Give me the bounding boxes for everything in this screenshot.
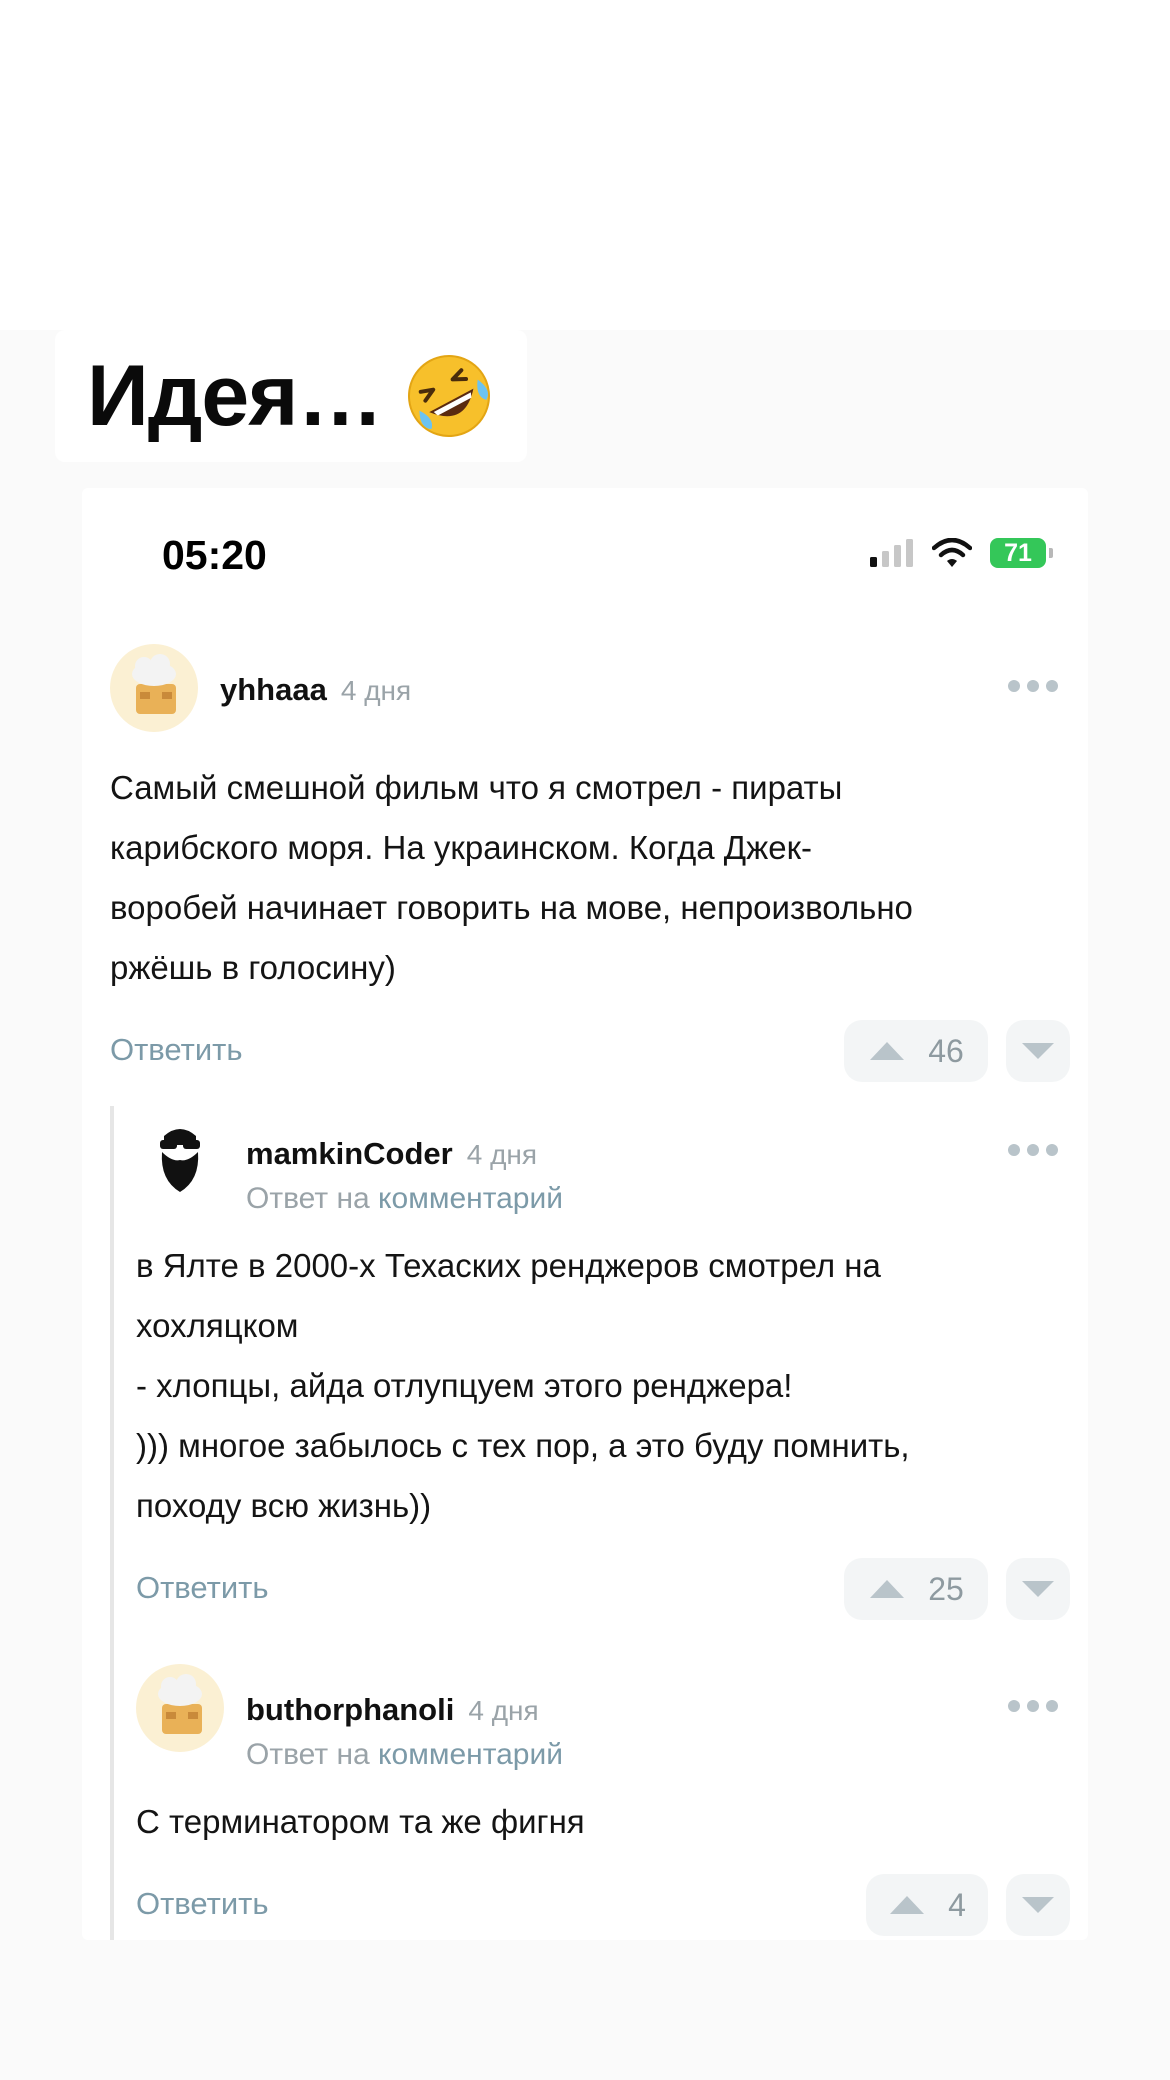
reply-to-prefix: Ответ на [246,1182,370,1215]
comment-username[interactable]: buthorphanoli 4 дня [246,1692,539,1728]
vote-count: 4 [948,1886,966,1923]
more-options-icon[interactable] [1008,1700,1058,1712]
downvote-arrow-icon [1022,1581,1054,1597]
upvote-button[interactable]: 25 [844,1558,988,1620]
reply-button[interactable]: Ответить [110,1032,243,1068]
username-text[interactable]: yhhaaa [220,672,327,707]
username-text[interactable]: mamkinCoder [246,1136,453,1171]
cellular-signal-icon [870,539,913,567]
reply-to-comment-link[interactable]: комментарий [378,1738,563,1771]
more-options-icon[interactable] [1008,680,1058,692]
upvote-arrow-icon [890,1896,925,1914]
comment-time: 4 дня [466,1139,538,1170]
upvote-button[interactable]: 4 [866,1874,988,1936]
reply-button[interactable]: Ответить [136,1886,269,1922]
status-time: 05:20 [162,532,267,578]
comment-username[interactable]: mamkinCoder 4 дня [246,1136,537,1172]
comment-footer: Ответить 46 [110,1020,1070,1084]
downvote-button[interactable] [1006,1874,1070,1936]
vote-count: 25 [928,1570,964,1607]
reply-to-prefix: Ответ на [246,1738,370,1771]
comment-footer: Ответить 4 [136,1874,1070,1938]
comment-time: 4 дня [340,675,412,706]
caption-text: Идея… [87,347,383,444]
comment-header: buthorphanoli 4 дня Ответ на комментарий [136,1664,1070,1771]
avatar-bearded-man-icon[interactable] [136,1108,224,1196]
more-options-icon[interactable] [1008,1144,1058,1156]
thread-line [110,1106,114,1940]
upvote-arrow-icon [870,1580,905,1598]
status-icons: 71 [870,538,1053,568]
app-screenshot: 05:20 71 yhhaaa 4 дня Самый смешной филь… [82,488,1088,1940]
comment-header: mamkinCoder 4 дня Ответ на комментарий [136,1108,1070,1215]
comment-text: С терминатором та же фигня [136,1803,585,1840]
comment-2: mamkinCoder 4 дня Ответ на комментарий в … [136,1108,1070,1622]
downvote-button[interactable] [1006,1020,1070,1082]
comment-username[interactable]: yhhaaa 4 дня [220,672,411,708]
reply-to-label: Ответ на комментарий [246,1182,563,1216]
story-background [0,0,1170,330]
comment-text: в Ялте в 2000-х Техаских ренджеров смотр… [136,1247,910,1524]
story-caption: Идея… [55,330,527,462]
battery-icon: 71 [990,538,1053,568]
reply-to-comment-link[interactable]: комментарий [378,1182,563,1215]
downvote-button[interactable] [1006,1558,1070,1620]
comment-header: yhhaaa 4 дня [110,644,1070,734]
wifi-icon [932,538,972,567]
upvote-arrow-icon [870,1042,905,1060]
avatar-chef-icon[interactable] [110,644,198,732]
downvote-arrow-icon [1022,1043,1054,1059]
reply-to-label: Ответ на комментарий [246,1738,563,1772]
comment-text: Самый смешной фильм что я смотрел - пира… [110,769,913,986]
avatar-chef-icon[interactable] [136,1664,224,1752]
comment-3: buthorphanoli 4 дня Ответ на комментарий … [136,1664,1070,1938]
username-text[interactable]: buthorphanoli [246,1692,454,1727]
comment-1: yhhaaa 4 дня Самый смешной фильм что я см… [110,644,1070,1084]
rolling-laughing-emoji-icon [408,355,491,437]
vote-count: 46 [928,1032,964,1069]
reply-button[interactable]: Ответить [136,1570,269,1606]
upvote-button[interactable]: 46 [844,1020,988,1082]
comment-footer: Ответить 25 [136,1558,1070,1622]
comment-time: 4 дня [468,1695,539,1726]
downvote-arrow-icon [1022,1897,1054,1913]
